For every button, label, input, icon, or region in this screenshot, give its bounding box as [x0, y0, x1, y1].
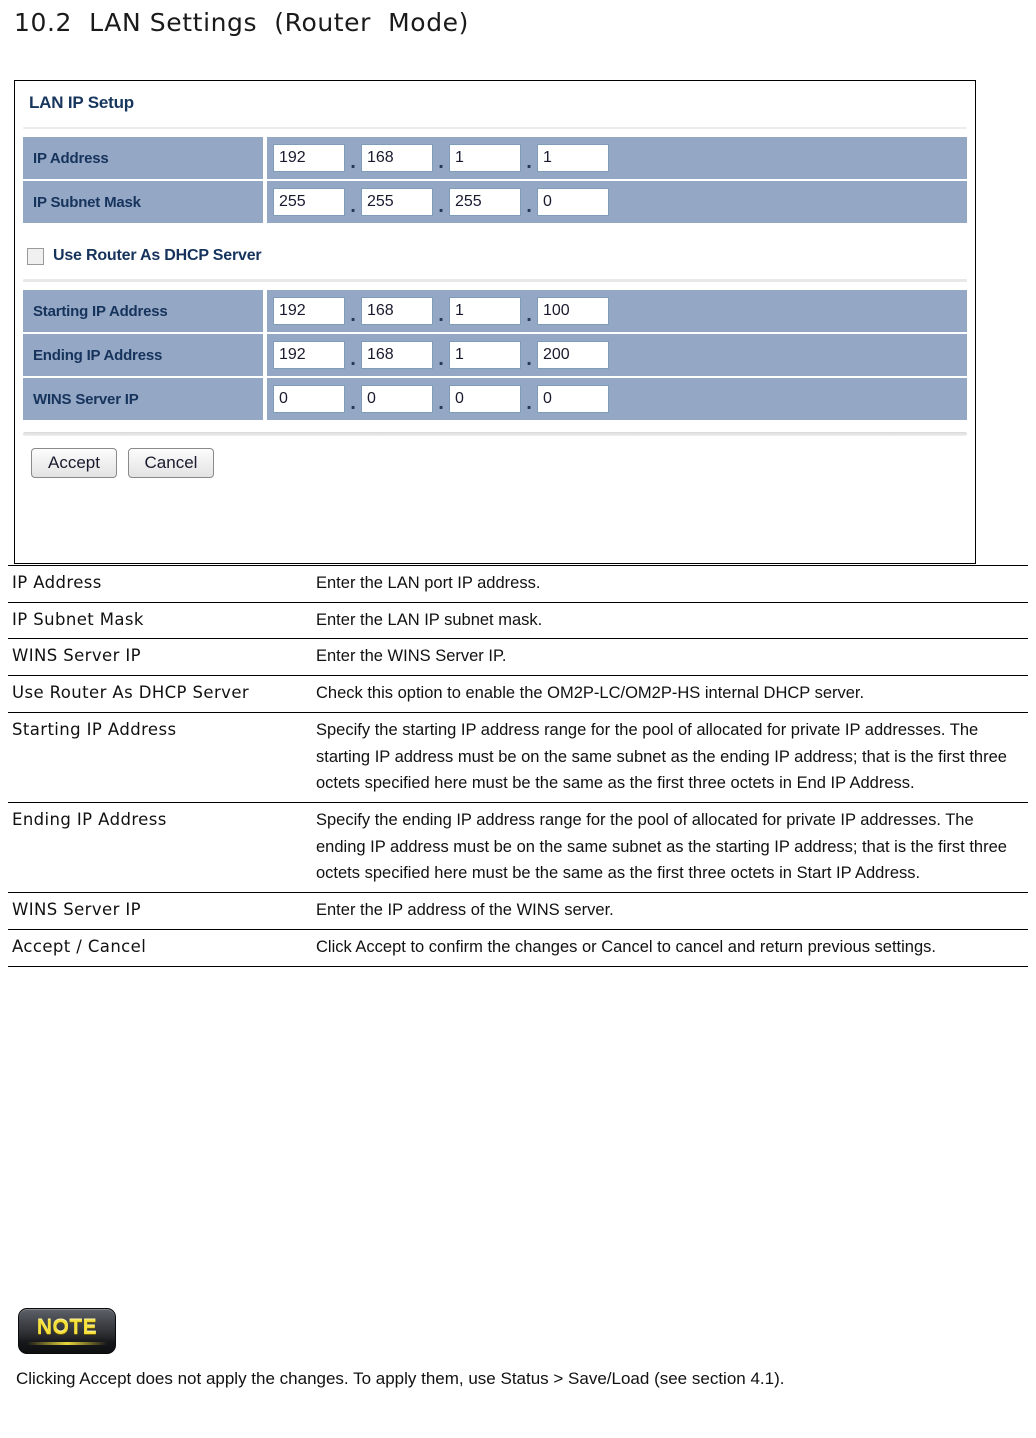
- definition-ending-ip-address: Specify the ending IP address range for …: [312, 802, 1028, 894]
- field-label-starting-ip-address: Starting IP Address: [23, 290, 263, 332]
- definition-ip-subnet-mask: Enter the LAN IP subnet mask.: [312, 601, 1028, 640]
- table-row: Starting IP Address Specify the starting…: [8, 711, 1028, 804]
- ip-subnet-mask-octet-3[interactable]: 255: [449, 188, 521, 216]
- dot-separator: .: [349, 306, 357, 325]
- term-starting-ip-address: Starting IP Address: [8, 711, 312, 804]
- checkbox-unchecked-icon[interactable]: [27, 247, 44, 265]
- field-row-wins-server-ip: WINS Server IP 0 . 0 . 0 . 0: [23, 378, 967, 420]
- panel-action-buttons: Accept Cancel: [15, 436, 975, 478]
- dot-separator: .: [349, 394, 357, 413]
- field-label-ip-address: IP Address: [23, 137, 263, 179]
- use-router-as-dhcp-server-label: Use Router As DHCP Server: [53, 247, 262, 264]
- definition-accept-cancel: Click Accept to confirm the changes or C…: [312, 928, 1028, 967]
- ending-ip-octet-3[interactable]: 1: [449, 341, 521, 369]
- starting-ip-octet-3[interactable]: 1: [449, 297, 521, 325]
- term-wins-server-ip-2: WINS Server IP: [8, 892, 312, 930]
- dot-separator: .: [437, 153, 445, 172]
- ip-address-octet-4[interactable]: 1: [537, 144, 609, 172]
- panel-divider-middle: [23, 279, 967, 282]
- field-row-ip-subnet-mask: IP Subnet Mask 255 . 255 . 255 . 0: [23, 181, 967, 223]
- term-ip-address: IP Address: [8, 565, 312, 603]
- field-row-ip-address: IP Address 192 . 168 . 1 . 1: [23, 137, 967, 179]
- dot-separator: .: [525, 306, 533, 325]
- lan-ip-setup-panel: LAN IP Setup IP Address 192 . 168 . 1 . …: [14, 80, 976, 564]
- dot-separator: .: [525, 197, 533, 216]
- definition-use-router-as-dhcp-server: Check this option to enable the OM2P-LC/…: [312, 675, 1028, 713]
- field-label-wins-server-ip: WINS Server IP: [23, 378, 263, 420]
- note-badge-icon: NOTE: [18, 1308, 116, 1354]
- ip-address-octet-3[interactable]: 1: [449, 144, 521, 172]
- cancel-button[interactable]: Cancel: [128, 448, 214, 478]
- dot-separator: .: [437, 306, 445, 325]
- starting-ip-octet-4[interactable]: 100: [537, 297, 609, 325]
- starting-ip-octet-1[interactable]: 192: [273, 297, 345, 325]
- term-use-router-as-dhcp-server: Use Router As DHCP Server: [8, 675, 312, 713]
- ip-subnet-mask-octet-2[interactable]: 255: [361, 188, 433, 216]
- dhcp-fields: Starting IP Address 192 . 168 . 1 . 100 …: [23, 290, 967, 420]
- field-value-starting-ip-address: 192 . 168 . 1 . 100: [263, 290, 967, 332]
- field-value-ip-subnet-mask: 255 . 255 . 255 . 0: [263, 181, 967, 223]
- dot-separator: .: [349, 197, 357, 216]
- dot-separator: .: [437, 197, 445, 216]
- panel-divider-top: [23, 127, 967, 129]
- ip-address-octet-1[interactable]: 192: [273, 144, 345, 172]
- dot-separator: .: [349, 153, 357, 172]
- wins-server-ip-octet-3[interactable]: 0: [449, 385, 521, 413]
- field-row-ending-ip-address: Ending IP Address 192 . 168 . 1 . 200: [23, 334, 967, 376]
- note-badge-glow: [27, 1342, 107, 1345]
- note-paragraph: Clicking Accept does not apply the chang…: [16, 1369, 785, 1388]
- ip-subnet-mask-octet-1[interactable]: 255: [273, 188, 345, 216]
- starting-ip-octet-2[interactable]: 168: [361, 297, 433, 325]
- field-label-ip-subnet-mask: IP Subnet Mask: [23, 181, 263, 223]
- dot-separator: .: [525, 350, 533, 369]
- definition-wins-server-ip: Enter the WINS Server IP.: [312, 638, 1028, 677]
- dot-separator: .: [525, 394, 533, 413]
- ip-subnet-mask-octet-4[interactable]: 0: [537, 188, 609, 216]
- table-row: IP Subnet Mask Enter the LAN IP subnet m…: [8, 601, 1028, 640]
- term-accept-cancel: Accept / Cancel: [8, 928, 312, 967]
- table-row: Ending IP Address Specify the ending IP …: [8, 802, 1028, 894]
- use-router-as-dhcp-server-row[interactable]: Use Router As DHCP Server: [15, 225, 975, 265]
- table-row: Use Router As DHCP Server Check this opt…: [8, 675, 1028, 713]
- dot-separator: .: [525, 153, 533, 172]
- definition-starting-ip-address: Specify the starting IP address range fo…: [312, 711, 1028, 804]
- term-ending-ip-address: Ending IP Address: [8, 802, 312, 894]
- definition-wins-server-ip-2: Enter the IP address of the WINS server.: [312, 892, 1028, 930]
- field-value-ip-address: 192 . 168 . 1 . 1: [263, 137, 967, 179]
- field-row-starting-ip-address: Starting IP Address 192 . 168 . 1 . 100: [23, 290, 967, 332]
- ending-ip-octet-2[interactable]: 168: [361, 341, 433, 369]
- dot-separator: .: [349, 350, 357, 369]
- ending-ip-octet-4[interactable]: 200: [537, 341, 609, 369]
- dot-separator: .: [437, 350, 445, 369]
- wins-server-ip-octet-4[interactable]: 0: [537, 385, 609, 413]
- panel-title: LAN IP Setup: [29, 93, 134, 112]
- term-ip-subnet-mask: IP Subnet Mask: [8, 601, 312, 640]
- table-row: IP Address Enter the LAN port IP address…: [8, 565, 1028, 603]
- settings-description-table: IP Address Enter the LAN port IP address…: [8, 565, 1028, 967]
- wins-server-ip-octet-1[interactable]: 0: [273, 385, 345, 413]
- table-row: Accept / Cancel Click Accept to confirm …: [8, 928, 1028, 967]
- note-badge-label: NOTE: [36, 1316, 98, 1339]
- wins-server-ip-octet-2[interactable]: 0: [361, 385, 433, 413]
- ip-address-octet-2[interactable]: 168: [361, 144, 433, 172]
- field-value-wins-server-ip: 0 . 0 . 0 . 0: [263, 378, 967, 420]
- term-wins-server-ip: WINS Server IP: [8, 638, 312, 677]
- dot-separator: .: [437, 394, 445, 413]
- table-row: WINS Server IP Enter the WINS Server IP.: [8, 638, 1028, 677]
- field-label-ending-ip-address: Ending IP Address: [23, 334, 263, 376]
- table-row: WINS Server IP Enter the IP address of t…: [8, 892, 1028, 930]
- definition-ip-address: Enter the LAN port IP address.: [312, 565, 1028, 603]
- ending-ip-octet-1[interactable]: 192: [273, 341, 345, 369]
- page-title: 10.2 LAN Settings (Router Mode): [14, 8, 470, 37]
- field-value-ending-ip-address: 192 . 168 . 1 . 200: [263, 334, 967, 376]
- lan-ip-fields: IP Address 192 . 168 . 1 . 1 IP Subnet M…: [23, 137, 967, 223]
- accept-button[interactable]: Accept: [31, 448, 117, 478]
